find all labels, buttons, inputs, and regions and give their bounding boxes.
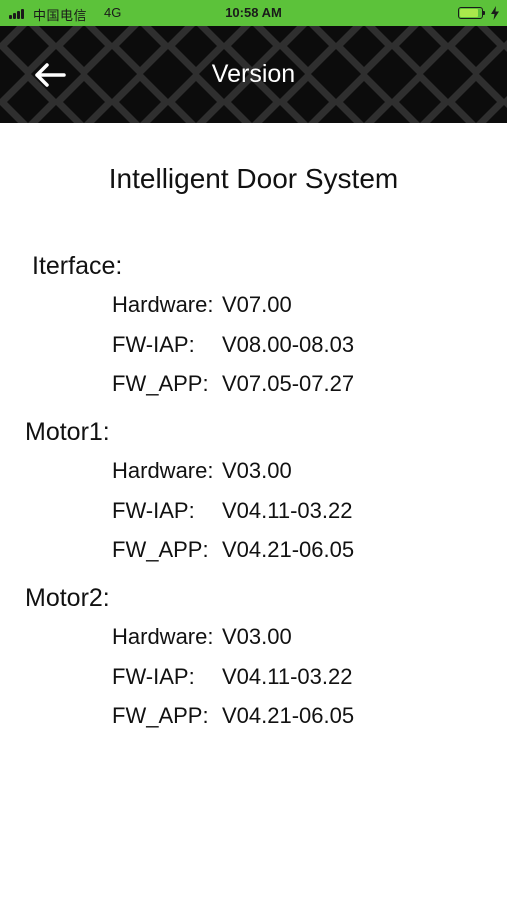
status-time: 10:58 AM — [225, 5, 282, 20]
fw-iap-key: FW-IAP: — [112, 664, 195, 689]
fw-app-version: V04.21-06.05 — [222, 703, 355, 728]
battery-icon — [458, 7, 486, 19]
fw-app-key: FW_APP: — [112, 537, 209, 562]
page-title: Version — [211, 60, 296, 88]
fw-iap-key: FW-IAP: — [112, 498, 195, 523]
header-bar: Version — [0, 26, 507, 123]
section-label-interface: Iterface: — [32, 252, 123, 280]
fw-app-version: V04.21-06.05 — [222, 537, 355, 562]
charging-icon — [491, 6, 499, 20]
section-label-motor1: Motor1: — [25, 418, 110, 446]
fw-app-key: FW_APP: — [112, 703, 209, 728]
status-bar: 中国电信 4G 10:58 AM — [0, 0, 507, 26]
hardware-version: V03.00 — [222, 624, 292, 649]
hardware-key: Hardware: — [112, 292, 214, 317]
fw-app-version: V07.05-07.27 — [222, 371, 355, 396]
hardware-version: V03.00 — [222, 458, 292, 483]
fw-iap-version: V04.11-03.22 — [222, 498, 353, 523]
section-label-motor2: Motor2: — [25, 584, 110, 612]
hardware-key: Hardware: — [112, 624, 214, 649]
app-title: Intelligent Door System — [108, 163, 399, 194]
hardware-version: V07.00 — [222, 292, 292, 317]
fw-iap-version: V08.00-08.03 — [222, 332, 355, 357]
fw-iap-version: V04.11-03.22 — [222, 664, 353, 689]
fw-iap-key: FW-IAP: — [112, 332, 195, 357]
hardware-key: Hardware: — [112, 458, 214, 483]
fw-app-key: FW_APP: — [112, 371, 209, 396]
